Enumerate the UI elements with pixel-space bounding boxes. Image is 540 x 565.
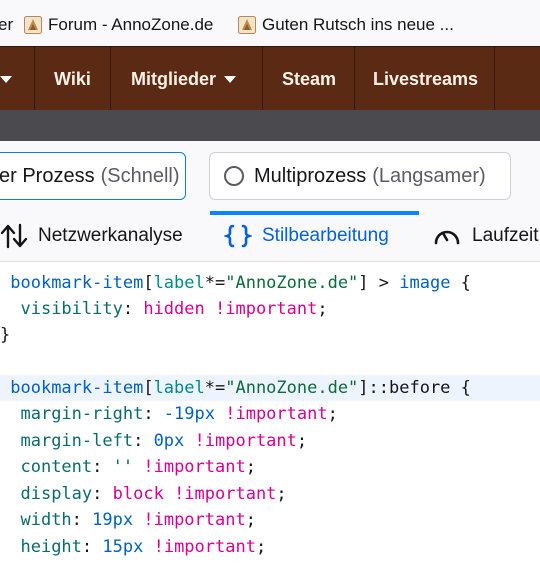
nav-item-label: Steam: [282, 68, 337, 89]
tab-performance[interactable]: Laufzeit: [432, 211, 539, 261]
selector: bookmark-item: [10, 378, 144, 398]
option-note: (Schnell): [100, 164, 180, 187]
braces-icon: [224, 223, 252, 249]
property-name: width: [20, 510, 72, 530]
code-line: margin-left: 0px !important;: [20, 431, 308, 451]
property-value: 15px: [102, 537, 144, 557]
nav-item-wiki[interactable]: Wiki: [54, 47, 91, 111]
nav-item-mitglieder[interactable]: Mitglieder: [131, 47, 237, 111]
tab-network[interactable]: Netzwerkanalyse: [0, 211, 183, 261]
bookmark-label: er: [0, 15, 14, 34]
selector: bookmark-item: [10, 273, 144, 293]
option-label: Multiprozess: [254, 164, 367, 187]
property-name: visibility: [20, 299, 123, 319]
option-note: (Langsamer): [372, 164, 486, 187]
chevron-down-icon: [224, 75, 237, 83]
code-line: content: '' !important;: [20, 457, 256, 477]
site-nav-bar: Wiki Mitglieder Steam Livestreams: [0, 46, 540, 111]
code-line: bookmark-item[label*="AnnoZone.de"] > im…: [10, 273, 471, 293]
important-flag: !important: [143, 510, 246, 530]
single-process-option[interactable]: er Prozess (Schnell): [0, 152, 186, 200]
property-value: hidden: [143, 299, 205, 319]
code-line: margin-right: -19px !important;: [20, 404, 338, 424]
gauge-icon: [432, 223, 462, 249]
nav-item-label: Mitglieder: [131, 68, 217, 89]
chevron-down-icon: [0, 75, 12, 83]
property-value: -19px: [163, 404, 215, 424]
selector-target: image: [399, 273, 451, 293]
nav-separator: [34, 47, 35, 111]
nav-item-steam[interactable]: Steam: [282, 47, 336, 111]
bookmark-label: Forum - AnnoZone.de: [48, 15, 214, 34]
property-name: margin-left: [20, 431, 134, 451]
bookmark-item[interactable]: er: [0, 14, 13, 36]
option-label: er Prozess: [0, 164, 95, 187]
nav-dropdown-caret[interactable]: [0, 47, 12, 111]
nav-separator: [494, 47, 495, 111]
code-line: }: [0, 325, 11, 345]
css-code-editor[interactable]: bookmark-item[label*="AnnoZone.de"] > im…: [0, 262, 540, 565]
bookmark-guten-rutsch[interactable]: Guten Rutsch ins neue ...: [238, 14, 454, 36]
property-value: '': [112, 457, 134, 477]
attribute-name: label: [153, 273, 205, 293]
nav-item-label: Livestreams: [373, 68, 479, 89]
tab-label: Netzwerkanalyse: [38, 225, 183, 246]
pseudo-element: ]::before: [358, 378, 451, 398]
radio-button[interactable]: [224, 166, 244, 186]
annozone-favicon-icon: [24, 16, 42, 34]
property-name: display: [20, 484, 93, 504]
nav-separator: [110, 47, 111, 111]
tab-label: Stilbearbeitung: [262, 225, 389, 246]
devtools-top-strip: [0, 110, 540, 141]
attribute-name: label: [153, 378, 205, 398]
property-name: margin-right: [20, 404, 144, 424]
nav-separator: [262, 47, 263, 111]
important-flag: !important: [143, 457, 246, 477]
nav-item-label: Wiki: [54, 68, 91, 89]
property-name: height: [20, 537, 82, 557]
code-line-highlighted: bookmark-item[label*="AnnoZone.de"]::bef…: [0, 375, 540, 401]
important-flag: !important: [174, 484, 277, 504]
property-name: content: [20, 457, 93, 477]
bookmark-label: Guten Rutsch ins neue ...: [262, 15, 454, 34]
attribute-operator: *=: [204, 378, 226, 398]
important-flag: !important: [194, 431, 297, 451]
code-line: visibility: hidden !important;: [20, 299, 328, 319]
attribute-value: "AnnoZone.de": [225, 273, 359, 293]
bookmark-forum-annozone[interactable]: Forum - AnnoZone.de: [24, 14, 213, 36]
nav-separator: [354, 47, 355, 111]
nav-item-livestreams[interactable]: Livestreams: [373, 47, 478, 111]
devtools-tabbar: Netzwerkanalyse Stilbearbeitung Laufzeit: [0, 211, 540, 262]
code-line: height: 15px !important;: [20, 537, 267, 557]
annozone-favicon-icon: [238, 16, 256, 34]
important-flag: !important: [153, 537, 256, 557]
code-line: display: block !important;: [20, 484, 287, 504]
important-flag: !important: [215, 299, 318, 319]
property-value: 0px: [153, 431, 185, 451]
up-down-arrows-icon: [0, 223, 28, 249]
combinator: ] >: [358, 273, 400, 293]
important-flag: !important: [225, 404, 328, 424]
attribute-operator: *=: [204, 273, 226, 293]
tab-style-editor[interactable]: Stilbearbeitung: [224, 211, 389, 261]
process-mode-selector: er Prozess (Schnell) Multiprozess (Langs…: [0, 141, 540, 211]
property-value: block: [112, 484, 164, 504]
bookmarks-toolbar: er Forum - AnnoZone.de Guten Rutsch ins …: [0, 0, 540, 47]
attribute-value: "AnnoZone.de": [225, 378, 359, 398]
multiprocess-option[interactable]: Multiprozess (Langsamer): [209, 152, 511, 200]
tab-label: Laufzeit: [472, 225, 539, 246]
property-value: 19px: [92, 510, 134, 530]
code-line: width: 19px !important;: [20, 510, 256, 530]
